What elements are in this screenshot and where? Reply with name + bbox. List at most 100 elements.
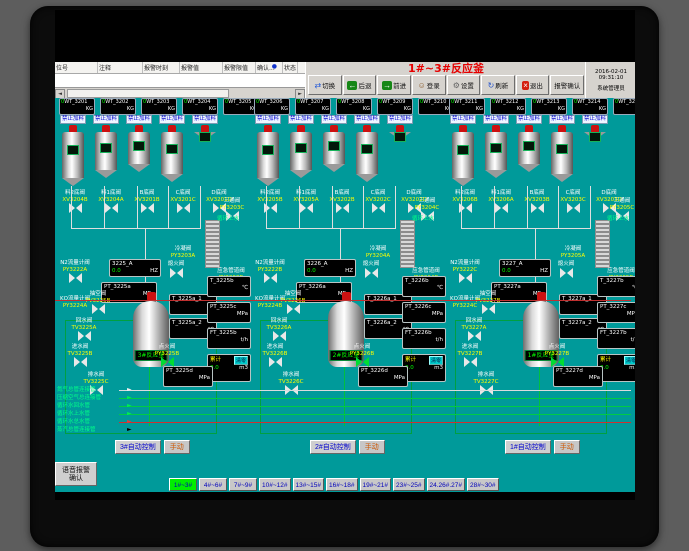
- return-water-valve[interactable]: 回水阀 TV3227A: [459, 318, 489, 344]
- valve-icon[interactable]: [551, 357, 564, 367]
- extinguish-valve[interactable]: 熄火阀: [551, 261, 581, 280]
- alarm-column-header[interactable]: 报警限值: [223, 62, 256, 73]
- totalizer-clear-button[interactable]: 清零: [234, 356, 248, 365]
- bottom-valve[interactable]: C底阀 XV3201C: [167, 190, 199, 213]
- totalizer-clear-button[interactable]: 清零: [429, 356, 443, 365]
- valve-icon[interactable]: [170, 268, 183, 278]
- valve-icon[interactable]: [78, 331, 91, 341]
- page-button[interactable]: 16#~18#: [326, 478, 358, 491]
- return-water-valve[interactable]: 回水阀 TV3225A: [69, 318, 99, 344]
- manual-mode-button[interactable]: 手动: [359, 440, 385, 454]
- valve-icon[interactable]: [90, 385, 103, 395]
- page-button[interactable]: 4#~6#: [199, 478, 227, 491]
- vacuum-valve[interactable]: 抽空阀 PV3226B: [278, 291, 308, 317]
- alarm-column-header[interactable]: 报警值: [180, 62, 223, 73]
- extinguish-valve[interactable]: 熄火阀: [356, 261, 386, 280]
- bottom-valve[interactable]: C底阀 XV3202C: [362, 190, 394, 213]
- valve-icon[interactable]: [269, 357, 282, 367]
- exit-button[interactable]: × 退出: [516, 75, 550, 95]
- condenser-valve[interactable]: 冷凝阀 PY3203A: [163, 246, 203, 259]
- alarm-column-header[interactable]: 状态: [283, 62, 298, 73]
- valve-icon[interactable]: [273, 331, 286, 341]
- valve-icon[interactable]: [300, 203, 313, 213]
- valve-icon[interactable]: [74, 357, 87, 367]
- valve-icon[interactable]: [468, 331, 481, 341]
- alarm-ack-button[interactable]: 报警确认: [550, 75, 584, 95]
- page-button[interactable]: 7#~9#: [229, 478, 257, 491]
- valve-icon[interactable]: [495, 203, 508, 213]
- drain-water-valve[interactable]: 排水阀 TV3227C: [471, 372, 501, 398]
- valve-icon[interactable]: [105, 203, 118, 213]
- alarm-column-header[interactable]: 注释: [98, 62, 143, 73]
- return-water-valve[interactable]: 回水阀 TV3226A: [264, 318, 294, 344]
- inlet-water-valve[interactable]: 进水阀 TV3226B: [260, 344, 290, 370]
- n2-flowmeter-valve[interactable]: N2流量计阀 PY3222A: [57, 260, 93, 286]
- bottom-valve[interactable]: 料2底阀 XV3206B: [449, 190, 481, 213]
- voice-alarm-ack-button[interactable]: 语音报警确认: [55, 462, 97, 486]
- valve-icon[interactable]: [372, 203, 385, 213]
- alarm-column-header[interactable]: 确认...: [256, 62, 283, 73]
- alarm-column-header[interactable]: 位号: [55, 62, 98, 73]
- valve-icon[interactable]: [567, 203, 580, 213]
- alarm-table-body[interactable]: [55, 74, 305, 88]
- auto-control-button[interactable]: 1#自动控制: [505, 440, 551, 454]
- bottom-valve[interactable]: 料1底阀 XV3205A: [290, 190, 322, 213]
- valve-icon[interactable]: [264, 273, 277, 283]
- valve-icon[interactable]: [92, 304, 105, 314]
- forward-button[interactable]: → 前进: [377, 75, 411, 95]
- bottom-valve[interactable]: B底阀 XV3201B: [131, 190, 163, 213]
- drain-water-valve[interactable]: 排水阀 TV3226C: [276, 372, 306, 398]
- page-button[interactable]: 28#~30#: [467, 478, 499, 491]
- extinguish-valve[interactable]: 熄火阀: [161, 261, 191, 280]
- inlet-water-valve[interactable]: 进水阀 TV3227B: [455, 344, 485, 370]
- bottom-valve[interactable]: C底阀 XV3203C: [557, 190, 589, 213]
- ignition-valve[interactable]: 点火阀 PY3226B: [346, 344, 378, 370]
- totalizer-clear-button[interactable]: 清零: [624, 356, 635, 365]
- valve-icon[interactable]: [69, 273, 82, 283]
- page-button[interactable]: 13#~15#: [293, 478, 325, 491]
- back-button[interactable]: ← 后退: [343, 75, 377, 95]
- page-button[interactable]: 10#~12#: [259, 478, 291, 491]
- valve-icon[interactable]: [531, 203, 544, 213]
- refresh-button[interactable]: ↻ 刷新: [481, 75, 515, 95]
- valve-icon[interactable]: [336, 203, 349, 213]
- valve-icon[interactable]: [365, 268, 378, 278]
- n2-flowmeter-valve[interactable]: N2流量计阀 PY3222B: [252, 260, 288, 286]
- condenser-valve[interactable]: 冷凝阀 PY3205A: [553, 246, 593, 259]
- manual-mode-button[interactable]: 手动: [554, 440, 580, 454]
- bottom-valve[interactable]: B底阀 XV3203B: [521, 190, 553, 213]
- ignition-valve[interactable]: 点火阀 PY3225B: [151, 344, 183, 370]
- valve-icon[interactable]: [560, 268, 573, 278]
- drain-water-valve[interactable]: 排水阀 TV3225C: [81, 372, 111, 398]
- valve-icon[interactable]: [177, 203, 190, 213]
- auto-control-button[interactable]: 2#自动控制: [310, 440, 356, 454]
- vacuum-valve[interactable]: 抽空阀 PV3227B: [473, 291, 503, 317]
- valve-icon[interactable]: [459, 273, 472, 283]
- settings-button[interactable]: ⚙ 设置: [447, 75, 481, 95]
- inlet-water-valve[interactable]: 进水阀 TV3225B: [65, 344, 95, 370]
- page-button[interactable]: 19#~21#: [360, 478, 392, 491]
- valve-icon[interactable]: [285, 385, 298, 395]
- bottom-valve[interactable]: 料1底阀 XV3204A: [95, 190, 127, 213]
- vacuum-valve[interactable]: 抽空阀 PV3225B: [83, 291, 113, 317]
- bottom-valve[interactable]: 料2底阀 XV3204B: [59, 190, 91, 213]
- bottom-valve[interactable]: 料1底阀 XV3206A: [485, 190, 517, 213]
- valve-icon[interactable]: [161, 357, 174, 367]
- page-button[interactable]: 24.26#.27#: [427, 478, 466, 491]
- valve-icon[interactable]: [287, 304, 300, 314]
- alarm-column-header[interactable]: 报警时刻: [143, 62, 180, 73]
- bottom-valve[interactable]: 料2底阀 XV3205B: [254, 190, 286, 213]
- switch-button[interactable]: ⇄ 切换: [308, 75, 342, 95]
- condenser-valve[interactable]: 冷凝阀 PY3204A: [358, 246, 398, 259]
- valve-icon[interactable]: [464, 357, 477, 367]
- valve-icon[interactable]: [480, 385, 493, 395]
- n2-flowmeter-valve[interactable]: N2流量计阀 PY3222C: [447, 260, 483, 286]
- login-button[interactable]: ☺ 登录: [412, 75, 446, 95]
- scroll-thumb[interactable]: [67, 89, 229, 98]
- ignition-valve[interactable]: 点火阀 PY3227B: [541, 344, 573, 370]
- manual-mode-button[interactable]: 手动: [164, 440, 190, 454]
- valve-icon[interactable]: [356, 357, 369, 367]
- bottom-valve[interactable]: B底阀 XV3202B: [326, 190, 358, 213]
- valve-icon[interactable]: [482, 304, 495, 314]
- page-button[interactable]: 23#~25#: [393, 478, 425, 491]
